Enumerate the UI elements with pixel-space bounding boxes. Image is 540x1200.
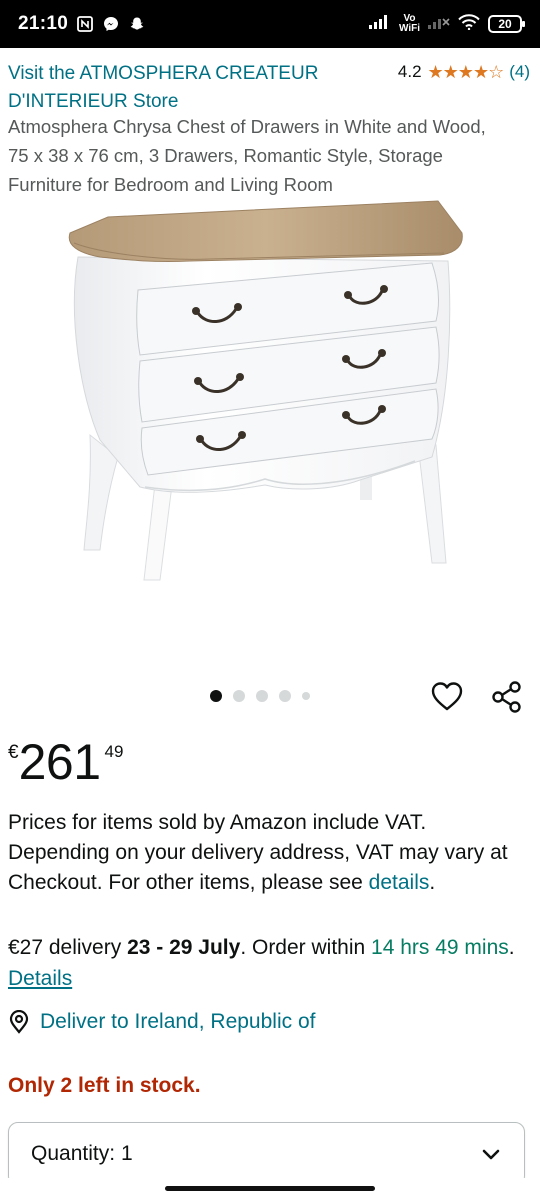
price-whole: 261 xyxy=(18,734,101,790)
carousel-dot[interactable] xyxy=(210,690,222,702)
signal-icon-2 xyxy=(428,15,450,34)
rating-count[interactable]: (4) xyxy=(509,62,530,82)
price: € 261 49 xyxy=(8,730,123,794)
delivery-dates: 23 - 29 July xyxy=(127,936,241,959)
carousel-dot[interactable] xyxy=(256,690,268,702)
vowifi-indicator: Vo WiFi xyxy=(398,13,420,34)
product-title: Atmosphera Chrysa Chest of Drawers in Wh… xyxy=(8,116,486,195)
rating-value: 4.2 xyxy=(397,62,422,81)
carousel-dot[interactable] xyxy=(233,690,245,702)
signal-icon xyxy=(368,14,391,34)
location-pin-icon xyxy=(9,1010,29,1034)
snapchat-icon xyxy=(128,15,146,33)
home-indicator[interactable] xyxy=(165,1186,375,1191)
store-row: Visit the ATMOSPHERA CREATEUR D'INTERIEU… xyxy=(8,60,530,116)
carousel-dots[interactable] xyxy=(210,690,310,702)
carousel-dot[interactable] xyxy=(279,690,291,702)
order-countdown: 14 hrs 49 mins xyxy=(371,936,509,959)
delivery-info: €27 delivery 23 - 29 July. Order within … xyxy=(8,936,515,990)
quantity-label: Quantity: xyxy=(31,1142,116,1165)
deliver-to-link[interactable]: Deliver to Ireland, Republic of xyxy=(8,1010,315,1034)
battery-icon: 20 xyxy=(488,15,525,33)
stock-status: Only 2 left in stock. xyxy=(8,1074,201,1097)
quantity-select[interactable]: Quantity: 1 xyxy=(8,1122,525,1186)
share-icon xyxy=(492,681,521,713)
wifi-icon xyxy=(458,13,480,35)
vat-details-link[interactable]: details xyxy=(369,871,430,894)
price-currency: € xyxy=(8,742,19,763)
status-time: 21:10 xyxy=(18,13,69,34)
vat-notice: Prices for items sold by Amazon include … xyxy=(8,811,508,894)
share-button[interactable] xyxy=(490,680,524,714)
messenger-icon xyxy=(102,15,120,33)
rating[interactable]: 4.2 ★★★★☆ (4) xyxy=(398,60,530,84)
nfc-icon xyxy=(76,15,94,33)
delivery-details-link[interactable]: Details xyxy=(8,967,72,990)
price-fraction: 49 xyxy=(104,742,124,761)
wishlist-button[interactable] xyxy=(430,680,464,714)
status-bar: 21:10 Vo WiFi 20 xyxy=(0,0,540,48)
deliver-to-label: Deliver to Ireland, Republic of xyxy=(40,1010,316,1033)
chevron-down-icon xyxy=(482,1149,500,1160)
carousel-dot[interactable] xyxy=(302,692,310,700)
rating-stars-icon: ★★★★☆ xyxy=(427,61,505,82)
quantity-value: 1 xyxy=(121,1142,133,1165)
product-image[interactable] xyxy=(60,195,470,585)
heart-icon xyxy=(431,682,463,711)
delivery-cost: €27 delivery xyxy=(8,936,128,959)
store-link[interactable]: Visit the ATMOSPHERA CREATEUR D'INTERIEU… xyxy=(8,60,348,116)
